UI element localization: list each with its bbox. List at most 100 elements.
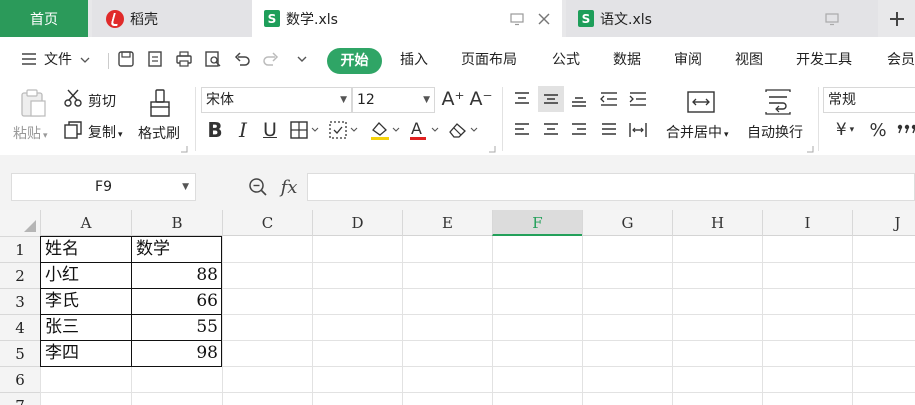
fill-color-icon[interactable]: [368, 118, 402, 142]
menu-tab-review[interactable]: 审阅: [674, 49, 702, 69]
decrease-indent-icon[interactable]: [597, 87, 621, 111]
row-header[interactable]: 3: [0, 288, 40, 314]
menu-tab-developer[interactable]: 开发工具: [796, 49, 852, 69]
close-tab-icon[interactable]: [537, 0, 551, 37]
column-header[interactable]: G: [582, 210, 672, 236]
export-pdf-icon[interactable]: [144, 48, 166, 70]
paste-button[interactable]: 粘贴 ▾: [13, 123, 48, 143]
font-name-select[interactable]: 宋体 ▼: [201, 87, 352, 113]
row-header[interactable]: 5: [0, 340, 40, 366]
clear-format-icon[interactable]: [446, 119, 480, 141]
align-center-icon[interactable]: [540, 118, 562, 142]
justify-icon[interactable]: [598, 118, 620, 142]
file-menu[interactable]: 文件: [44, 49, 90, 69]
name-box[interactable]: F9 ▼: [11, 173, 196, 201]
spreadsheet-grid: A B C D E F G H I J 1 2 3 4 5 6 7 姓名 数学 …: [0, 210, 915, 405]
cell-b2[interactable]: 88: [132, 262, 222, 288]
column-header[interactable]: J: [852, 210, 915, 236]
menu-tab-formulas[interactable]: 公式: [552, 49, 580, 69]
row-header[interactable]: 7: [0, 392, 40, 405]
column-header[interactable]: D: [312, 210, 402, 236]
print-preview-icon[interactable]: [202, 48, 224, 70]
cell-a4[interactable]: 张三: [41, 314, 131, 340]
customize-toolbar-icon[interactable]: [291, 48, 313, 70]
format-painter-label[interactable]: 格式刷: [138, 123, 180, 143]
dialog-launcher-icon[interactable]: [180, 145, 188, 153]
column-header[interactable]: B: [131, 210, 222, 236]
font-size-select[interactable]: 12 ▼: [352, 87, 435, 113]
column-header[interactable]: I: [762, 210, 852, 236]
dialog-launcher-icon[interactable]: [488, 145, 496, 153]
thousands-separator-icon[interactable]: [896, 118, 915, 142]
column-header[interactable]: C: [222, 210, 312, 236]
italic-icon[interactable]: I: [232, 118, 254, 142]
menu-tab-view[interactable]: 视图: [735, 49, 763, 69]
column-header[interactable]: E: [402, 210, 492, 236]
paste-icon[interactable]: [17, 87, 49, 119]
underline-icon[interactable]: U: [259, 118, 281, 142]
increase-indent-icon[interactable]: [626, 87, 650, 111]
font-color-icon[interactable]: A: [407, 118, 441, 142]
print-icon[interactable]: [173, 48, 195, 70]
grow-font-button[interactable]: A⁺: [441, 88, 465, 110]
cut-label[interactable]: 剪切: [88, 91, 116, 111]
cell-a5[interactable]: 李四: [41, 340, 131, 366]
cell-b1[interactable]: 数学: [132, 236, 222, 262]
new-tab-button[interactable]: [878, 0, 915, 37]
align-middle-icon[interactable]: [538, 86, 564, 112]
align-left-icon[interactable]: [511, 118, 533, 142]
formula-input[interactable]: [307, 173, 915, 201]
percent-icon[interactable]: %: [867, 118, 889, 142]
zoom-search-icon[interactable]: [246, 175, 270, 199]
scissors-icon[interactable]: [62, 87, 84, 109]
save-icon[interactable]: [115, 48, 137, 70]
format-painter-icon[interactable]: [145, 87, 175, 119]
menu-tab-page-layout[interactable]: 页面布局: [461, 49, 517, 69]
number-format-select[interactable]: 常规: [823, 87, 915, 113]
row-header[interactable]: 1: [0, 236, 40, 262]
undo-icon[interactable]: [231, 48, 253, 70]
monitor-icon[interactable]: [825, 0, 839, 37]
distributed-align-icon[interactable]: [626, 118, 650, 142]
align-right-icon[interactable]: [568, 118, 590, 142]
menu-tab-insert[interactable]: 插入: [400, 49, 428, 69]
currency-format-button[interactable]: ¥ ▾: [829, 118, 861, 142]
cell-b4[interactable]: 55: [132, 314, 222, 340]
column-header[interactable]: A: [40, 210, 131, 236]
shrink-font-button[interactable]: A⁻: [469, 88, 493, 110]
column-header[interactable]: H: [672, 210, 762, 236]
insert-function-button[interactable]: fx: [276, 175, 302, 199]
row-header[interactable]: 6: [0, 366, 40, 392]
align-bottom-icon[interactable]: [568, 87, 590, 111]
menu-tab-home[interactable]: 开始: [327, 48, 382, 74]
row-header[interactable]: 2: [0, 262, 40, 288]
borders-icon[interactable]: [289, 119, 321, 141]
divider: [502, 87, 503, 151]
daoke-logo-icon: [106, 9, 124, 28]
align-top-icon[interactable]: [511, 87, 533, 111]
select-all-corner[interactable]: [0, 210, 40, 236]
cell-a1[interactable]: 姓名: [41, 236, 131, 262]
hamburger-menu-icon[interactable]: [18, 48, 40, 70]
row-header[interactable]: 4: [0, 314, 40, 340]
merge-center-icon[interactable]: [684, 87, 718, 117]
monitor-icon[interactable]: [510, 0, 524, 37]
merge-center-button[interactable]: 合并居中 ▾: [666, 122, 729, 142]
auto-wrap-label[interactable]: 自动换行: [747, 122, 803, 142]
menu-tab-member[interactable]: 会员: [887, 49, 915, 69]
dialog-launcher-icon[interactable]: [806, 145, 814, 153]
bold-icon[interactable]: B: [204, 118, 226, 142]
wrap-text-icon[interactable]: [761, 87, 795, 117]
cell-b3[interactable]: 66: [132, 288, 222, 314]
cell-a3[interactable]: 李氏: [41, 288, 131, 314]
tab-daoke[interactable]: 稻壳: [92, 0, 252, 37]
cell-b5[interactable]: 98: [132, 340, 222, 366]
copy-button[interactable]: 复制 ▾: [88, 122, 123, 142]
menu-tab-data[interactable]: 数据: [613, 49, 641, 69]
column-header-active[interactable]: F: [492, 210, 582, 236]
fill-pattern-icon[interactable]: [328, 119, 360, 141]
copy-icon[interactable]: [62, 119, 84, 141]
tab-home[interactable]: 首页: [0, 0, 88, 37]
cell-a2[interactable]: 小红: [41, 262, 131, 288]
redo-icon[interactable]: [260, 48, 282, 70]
